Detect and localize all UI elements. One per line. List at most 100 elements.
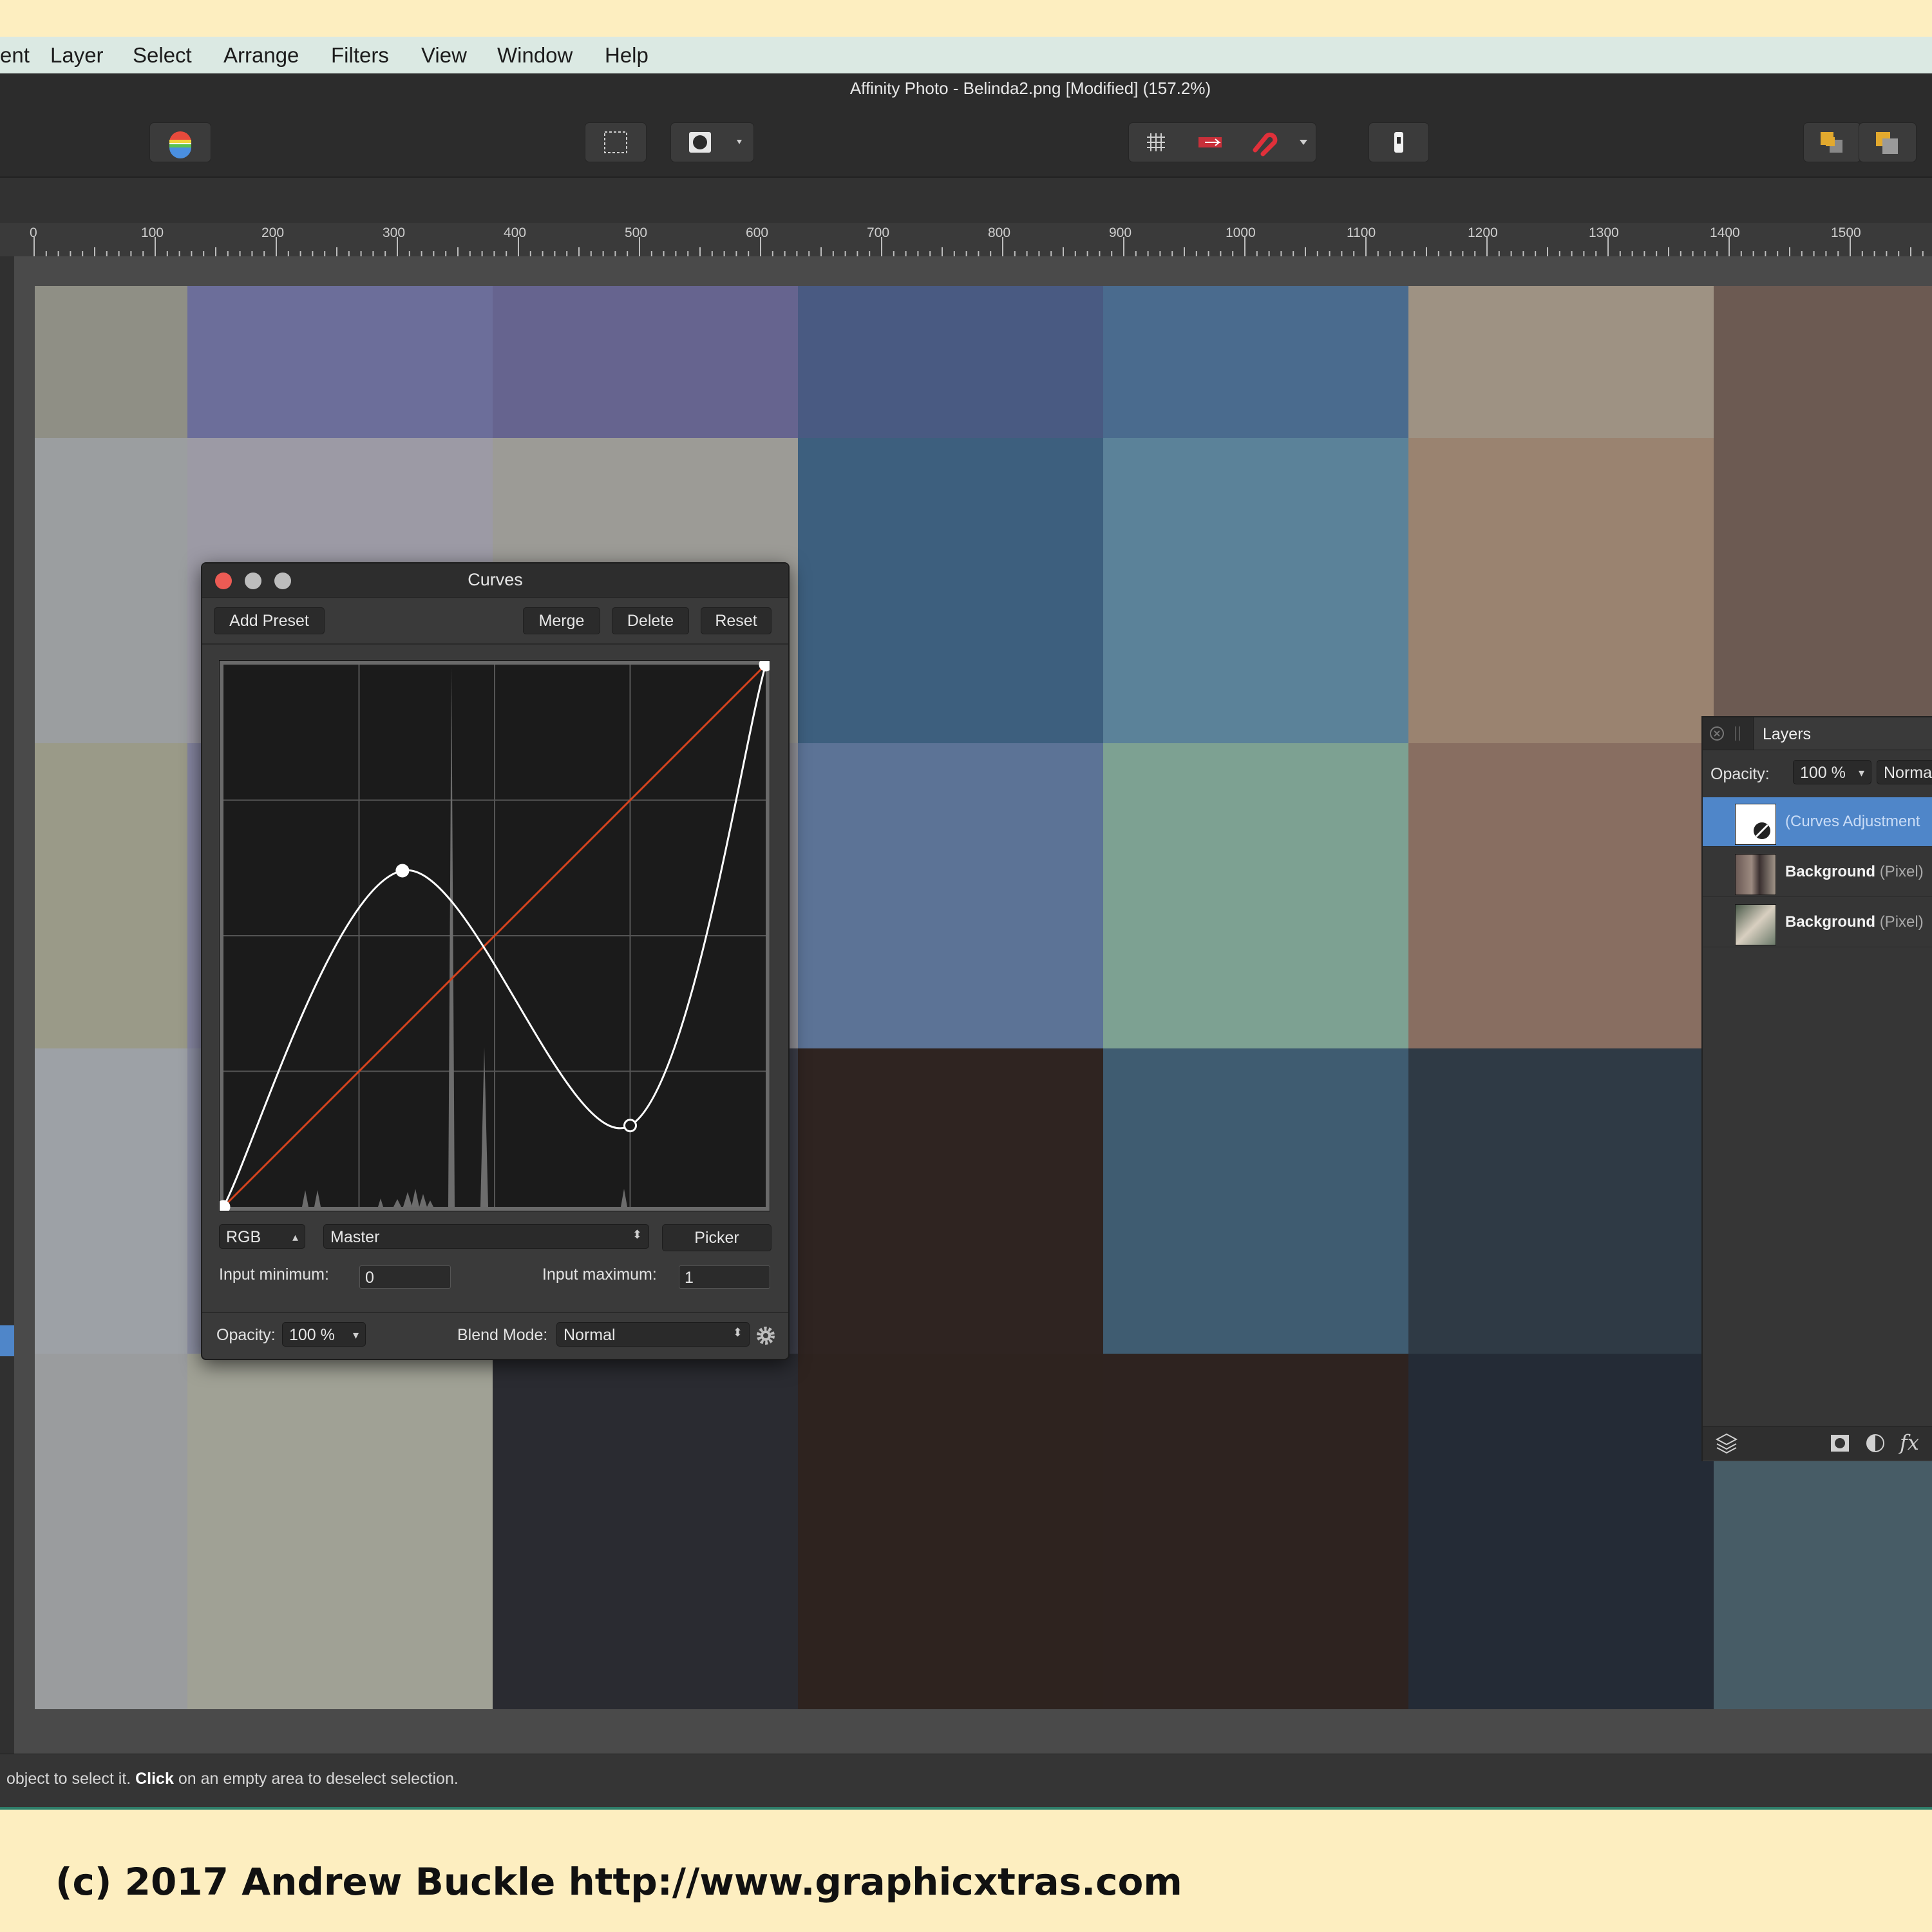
opacity-dropdown[interactable]: 100 % ▾ [282,1322,366,1347]
ruler-label: 1500 [1831,225,1861,240]
horizontal-ruler: 0 100 200 300 400 500 600 700 800 900 10… [0,223,1932,257]
image-pixel [187,1354,493,1709]
updown-icon: ⬍ [632,1228,642,1241]
ruler-label: 100 [141,225,164,240]
ruler-label: 200 [261,225,285,240]
marquee-icon [604,131,627,153]
snapping-magnet-icon[interactable] [1237,123,1291,162]
mask-mode-button[interactable] [670,122,754,162]
channel-select[interactable]: Master ⬍ [323,1224,649,1249]
ruler-label: 1400 [1710,225,1740,240]
layers-stack-icon[interactable] [1714,1432,1739,1455]
adjustment-layer-icon[interactable] [1865,1433,1886,1454]
ruler-label: 0 [30,225,37,240]
marquee-selection-button[interactable] [585,122,647,162]
image-pixel [493,286,798,438]
context-toolbar [0,178,1932,223]
ruler-label: 1300 [1589,225,1619,240]
curves-titlebar[interactable]: Curves [202,564,788,598]
input-maximum-label: Input maximum: [542,1265,657,1283]
arrange-back-button[interactable] [1859,122,1917,162]
image-pixel [1408,438,1714,743]
blend-mode-select[interactable]: Normal ⬍ [556,1322,750,1347]
picker-button[interactable]: Picker [662,1224,772,1251]
left-panel-selected-tab[interactable] [0,1325,14,1356]
menu-arrange[interactable]: Arrange [223,43,299,68]
reset-button[interactable]: Reset [701,607,772,634]
layers-opacity-dropdown[interactable]: 100 % ▾ [1793,760,1871,784]
opacity-value: 100 % [289,1326,335,1344]
gear-icon[interactable] [755,1325,777,1347]
mask-layer-icon[interactable] [1829,1433,1851,1454]
layer-row-background[interactable]: Background (Pixel) [1703,898,1932,947]
fx-icon[interactable]: fx [1900,1430,1919,1455]
blend-mode-value: Normal [564,1326,616,1344]
curves-graph-canvas[interactable] [216,658,773,1214]
ruler-label: 800 [988,225,1011,240]
align-arrow-icon[interactable] [1183,123,1237,162]
drag-handle-icon[interactable] [1732,725,1743,742]
color-wheel-button[interactable] [149,122,211,162]
image-pixel [1408,1354,1714,1709]
image-pixel [35,743,187,1048]
adjustment-icon [1754,822,1770,839]
chevron-down-icon: ▾ [1858,766,1864,779]
curve-control-point[interactable] [759,658,773,672]
delete-button[interactable]: Delete [612,607,689,634]
menu-filters[interactable]: Filters [331,43,389,68]
image-pixel [1103,743,1408,1048]
tab-layers[interactable]: Layers [1753,717,1932,750]
input-minimum-label: Input minimum: [219,1265,329,1283]
image-pixel [187,286,493,438]
ruler-ticks [33,237,1924,256]
image-pixel [1408,286,1714,438]
image-pixel [1103,286,1408,438]
image-pixel [798,286,1103,438]
curve-control-point[interactable] [395,864,410,878]
curves-graph[interactable] [216,658,773,1214]
close-icon[interactable] [1709,726,1725,741]
menu-help[interactable]: Help [605,43,649,68]
updown-icon: ▴ [292,1231,298,1244]
layer-thumbnail [1735,854,1776,895]
ruler-label: 1000 [1226,225,1256,240]
opacity-label: Opacity: [216,1326,276,1344]
image-pixel [493,1354,798,1709]
merge-button[interactable]: Merge [523,607,600,634]
toolbar [0,106,1932,178]
layers-opacity-label: Opacity: [1710,765,1770,783]
chevron-down-icon[interactable] [1291,123,1316,162]
layer-name: Background (Pixel) [1785,913,1924,931]
tab-layers-label: Layers [1763,725,1812,743]
layer-row-background[interactable]: Background (Pixel) [1703,848,1932,897]
input-minimum-field[interactable]: 0 [359,1265,451,1289]
menu-view[interactable]: View [421,43,467,68]
menu-bar: ent Layer Select Arrange Filters View Wi… [0,37,1932,75]
bring-forward-icon [1821,132,1842,153]
menu-document[interactable]: ent [0,43,30,68]
grid-snap-icon[interactable] [1129,123,1183,162]
menu-select[interactable]: Select [133,43,192,68]
flashlight-icon [1394,132,1403,153]
image-pixel [1714,438,1932,743]
updown-icon: ⬍ [732,1326,743,1339]
menu-layer[interactable]: Layer [50,43,104,68]
mask-icon [689,132,742,153]
curves-dialog: Curves Add Preset Merge Delete Reset RGB… [201,562,790,1360]
layer-row-curves[interactable]: (Curves Adjustment [1703,797,1932,847]
image-pixel [35,286,187,438]
color-model-select[interactable]: RGB ▴ [219,1224,305,1249]
layers-blend-mode-select[interactable]: Normal [1877,760,1932,784]
menu-window[interactable]: Window [497,43,573,68]
curve-control-point[interactable] [623,1119,637,1133]
curve-control-point[interactable] [216,1200,231,1214]
add-preset-button[interactable]: Add Preset [214,607,325,634]
flashlight-button[interactable] [1368,122,1429,162]
image-pixel [1408,743,1714,1048]
image-pixel [1103,1048,1408,1354]
chevron-down-icon: ▾ [352,1329,359,1341]
input-maximum-field[interactable]: 1 [679,1265,770,1289]
image-pixel [35,438,187,743]
arrange-front-button[interactable] [1803,122,1861,162]
layer-name: Background (Pixel) [1785,863,1924,880]
